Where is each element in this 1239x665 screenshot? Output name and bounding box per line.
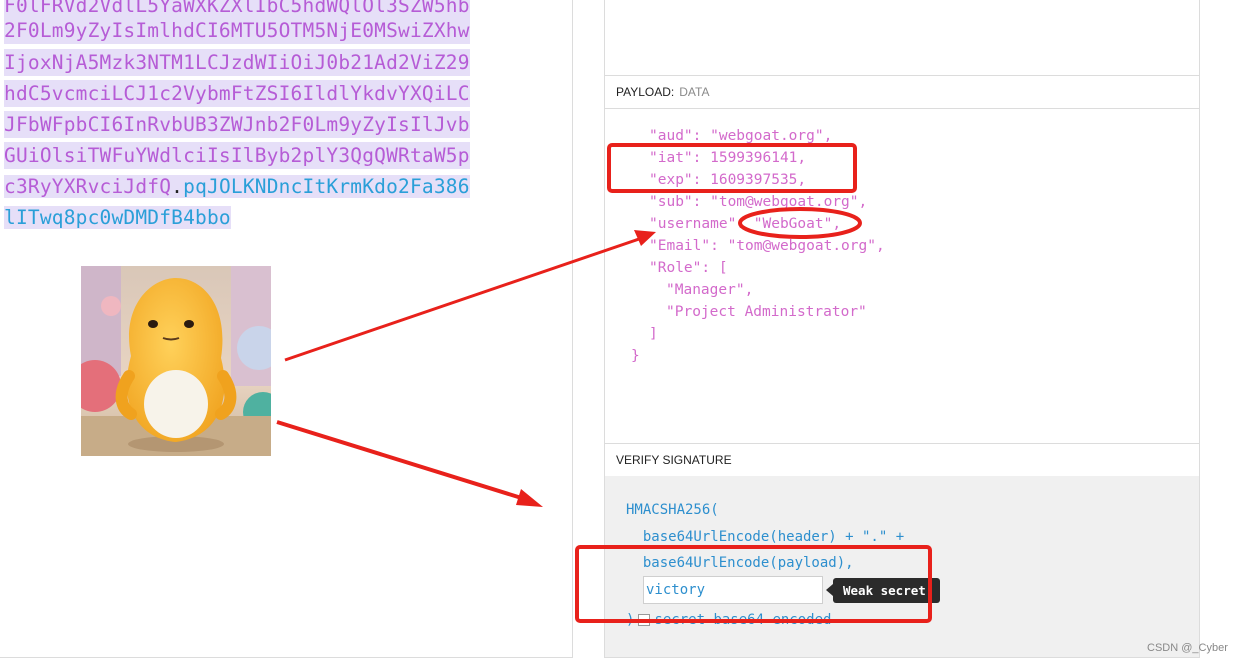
encoded-token[interactable]: F0lFRVd2VdlL5YaWXKZXlIbC5hdWQlOl3SZW5hb … <box>0 0 494 232</box>
verify-section-header: VERIFY SIGNATURE <box>605 443 1199 477</box>
token-line: IjoxNjA5Mzk3NTM1LCJzdWIiOiJ0b21Ad2ViZ29 <box>4 49 470 76</box>
base64-row: ) secret base64 encoded <box>626 610 831 630</box>
payload-title: PAYLOAD: <box>616 85 675 99</box>
token-line: 2F0Lm9yZyIsImlhdCI6MTU5OTM5NjE0MSwiZXhw <box>4 17 470 44</box>
json-line: } <box>631 348 640 364</box>
token-line: hdC5vcmciLCJ1c2VybmFtZSI6IldlYkdvYXQiLC <box>4 80 470 107</box>
code-line: HMACSHA256( <box>626 502 719 518</box>
token-payload-segment: c3RyYXRvciJdfQ <box>4 175 172 198</box>
watermark: CSDN @_Cyber <box>1147 642 1228 654</box>
mascot-image <box>81 266 271 456</box>
token-line: c3RyYXRvciJdfQ.pqJOLKNDncItKrmKdo2Fa386 <box>4 173 470 200</box>
json-line: "Email": "tom@webgoat.org", <box>649 238 885 254</box>
token-signature-segment: pqJOLKNDncItKrmKdo2Fa386 <box>183 175 470 198</box>
secret-input[interactable] <box>643 576 823 604</box>
json-line: ] <box>649 326 658 342</box>
payload-editor[interactable]: "aud": "webgoat.org", "iat": 1599396141,… <box>605 108 1199 442</box>
json-line: "Manager", <box>666 282 754 298</box>
json-line: "sub": "tom@webgoat.org", <box>649 194 868 210</box>
json-line: "aud": "webgoat.org", <box>649 128 833 144</box>
token-dot: . <box>171 175 184 198</box>
weak-secret-tooltip: Weak secret! <box>825 578 941 603</box>
base64-checkbox[interactable] <box>638 614 651 626</box>
json-line: "Project Administrator" <box>666 304 867 320</box>
token-signature-segment: lITwq8pc0wDMDfB4bbo <box>4 206 231 229</box>
json-line: "Role": [ <box>649 260 728 276</box>
code-line: base64UrlEncode(header) + "." + <box>626 529 905 545</box>
json-line: "iat": 1599396141, <box>649 150 807 166</box>
verify-signature-body: HMACSHA256( base64UrlEncode(header) + ".… <box>605 476 1199 657</box>
base64-label: secret base64 encoded <box>654 612 832 628</box>
close-paren: ) <box>626 612 635 628</box>
verify-title: VERIFY SIGNATURE <box>616 453 732 467</box>
token-line: lITwq8pc0wDMDfB4bbo <box>4 204 231 231</box>
payload-section-header: PAYLOAD: DATA <box>605 75 1199 109</box>
json-line: "exp": 1609397535, <box>649 172 807 188</box>
json-line: "username": "WebGoat", <box>649 216 842 232</box>
encoded-panel: F0lFRVd2VdlL5YaWXKZXlIbC5hdWQlOl3SZW5hb … <box>0 0 573 658</box>
payload-subtitle: DATA <box>679 85 710 99</box>
token-line: JFbWFpbCI6InRvbUB3ZWJnb2F0Lm9yZyIsIlJvb <box>4 111 470 138</box>
code-line: base64UrlEncode(payload), <box>626 555 854 571</box>
token-line: GUiOlsiTWFuYWdlciIsIlByb2plY3QgQWRtaW5p <box>4 142 470 169</box>
decoded-panel: PAYLOAD: DATA "aud": "webgoat.org", "iat"… <box>604 0 1200 658</box>
